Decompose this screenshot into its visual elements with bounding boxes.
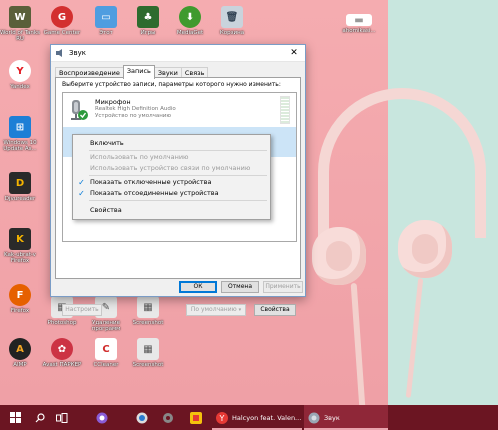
level-meter <box>280 96 290 124</box>
desktop-icon-ccleaner[interactable]: C CCleaner <box>86 338 126 368</box>
desktop-icon-windows-update[interactable]: ⊞ Windows 10 Update As... <box>0 116 40 152</box>
cancel-button[interactable]: Отмена <box>221 281 259 293</box>
desktop-icon-mediaget[interactable]: ⬇ MediaGet <box>170 6 210 36</box>
yandex-icon: Y <box>216 411 228 424</box>
taskbar-app-sound[interactable]: Звук <box>304 405 388 430</box>
desktop-icon-firefox[interactable]: F Firefox <box>0 284 40 314</box>
yandex-icon: Y <box>9 60 31 82</box>
desktop-icon-aimp[interactable]: A AIMP <box>0 338 40 368</box>
menu-item-properties[interactable]: Свойства <box>73 205 270 216</box>
desktop-icon-screenshot-2[interactable]: ▦ Screenshot <box>128 338 168 368</box>
windows-logo-icon <box>9 412 21 423</box>
desktop-icon-file[interactable]: ▬ ahomikasi... <box>336 14 382 34</box>
task-view-button[interactable] <box>52 405 72 430</box>
dialog-titlebar[interactable]: Звук ✕ <box>51 45 305 62</box>
menu-item-set-default-comm[interactable]: Использовать устройство связи по умолчан… <box>73 163 270 174</box>
search-icon <box>35 412 45 422</box>
windows-icon: ⊞ <box>9 116 31 138</box>
file-icon: ▬ <box>346 14 372 26</box>
checkmark-icon: ✓ <box>78 178 85 187</box>
microphone-icon <box>71 100 88 120</box>
desktop-icon-djvureader[interactable]: D Djvureader <box>0 172 40 202</box>
chevron-down-icon: ▾ <box>238 307 242 313</box>
svg-text:Y: Y <box>219 414 225 423</box>
aimp-icon: A <box>9 338 31 360</box>
recycle-bin-icon: 🗑 <box>221 6 243 28</box>
firefox-icon: F <box>9 284 31 306</box>
menu-separator <box>89 150 267 151</box>
device-description: Realtek High Definition Audio <box>95 106 176 112</box>
ok-button[interactable]: ОК <box>179 281 217 293</box>
desktop-icon-this-pc[interactable]: ▭ Этот <box>86 6 126 36</box>
task-view-icon <box>56 412 68 423</box>
cortana-button[interactable] <box>92 405 112 430</box>
properties-button[interactable]: Свойства <box>254 304 296 316</box>
configure-button[interactable]: Настроить <box>62 304 102 316</box>
apply-button[interactable]: Применить <box>263 281 303 293</box>
menu-separator <box>89 175 267 176</box>
menu-item-enable[interactable]: Включить <box>73 138 270 149</box>
assistant-icon <box>96 412 108 423</box>
ccleaner-icon: C <box>95 338 117 360</box>
menu-separator <box>89 200 267 201</box>
djvu-book-icon: K <box>9 228 31 250</box>
set-default-dropdown[interactable]: По умолчанию ▾ <box>186 304 246 316</box>
search-button[interactable] <box>30 405 50 430</box>
close-icon: ✕ <box>290 48 298 58</box>
desktop-icon-screenshot[interactable]: ▦ Screenshot <box>128 296 168 326</box>
context-menu: Включить Использовать по умолчанию Испол… <box>72 134 271 220</box>
desktop-icon-game-center[interactable]: G Game Center <box>42 6 82 36</box>
flower-icon: ✿ <box>51 338 73 360</box>
device-microphone[interactable]: Микрофон Realtek High Definition Audio У… <box>63 93 296 125</box>
game-center-icon: G <box>51 6 73 28</box>
close-button[interactable]: ✕ <box>283 45 305 61</box>
image-file-icon: ▦ <box>137 296 159 318</box>
taskbar-app-icon[interactable] <box>158 405 178 430</box>
headphones-earcup <box>398 220 452 278</box>
settings-gear-icon <box>163 412 173 423</box>
tab-recording[interactable]: Запись <box>122 65 155 79</box>
desktop-icon-avast[interactable]: ✿ Avast ПАРКЕР <box>42 338 82 368</box>
device-status: Устройство по умолчанию <box>95 113 172 119</box>
desktop-icon-recycle-bin[interactable]: 🗑 Корзина <box>212 6 252 36</box>
taskbar-app-halcyon[interactable]: Y Halcyon feat. Valen... <box>212 405 302 430</box>
dialog-title: Звук <box>69 49 86 57</box>
desktop-icon-kak-ubrat[interactable]: K Kak-ubrat-v Firefox <box>0 228 40 264</box>
mediaget-icon: ⬇ <box>179 6 201 28</box>
menu-item-show-disabled[interactable]: ✓ Показать отключенные устройства <box>73 177 270 188</box>
headphones-earcup <box>312 227 366 285</box>
desktop-icon-world-of-tanks[interactable]: W World of Tanks RU <box>0 6 40 42</box>
start-button[interactable] <box>4 405 26 430</box>
speaker-icon <box>308 412 320 423</box>
desktop-icon-games[interactable]: ♣ Игры <box>128 6 168 36</box>
taskbar-app-icon[interactable] <box>186 405 206 430</box>
taskbar-app-icon[interactable] <box>132 405 152 430</box>
device-name: Микрофон <box>95 98 131 106</box>
yandex-browser-icon <box>190 411 202 424</box>
taskbar: Y Halcyon feat. Valen... Звук <box>0 405 498 430</box>
tanks-icon: W <box>9 6 31 28</box>
image-file-icon: ▦ <box>137 338 159 360</box>
games-folder-icon: ♣ <box>137 6 159 28</box>
menu-item-set-default[interactable]: Использовать по умолчанию <box>73 152 270 163</box>
device-hint-text: Выберите устройство записи, параметры ко… <box>62 81 281 88</box>
clock-app-icon <box>136 412 148 423</box>
desktop-icon-yandex[interactable]: Y Yandex <box>0 60 40 90</box>
checkmark-icon: ✓ <box>78 189 85 198</box>
djvu-book-icon: D <box>9 172 31 194</box>
computer-icon: ▭ <box>95 6 117 28</box>
menu-item-show-disconnected[interactable]: ✓ Показать отсоединенные устройства <box>73 188 270 199</box>
speaker-icon <box>56 49 62 57</box>
